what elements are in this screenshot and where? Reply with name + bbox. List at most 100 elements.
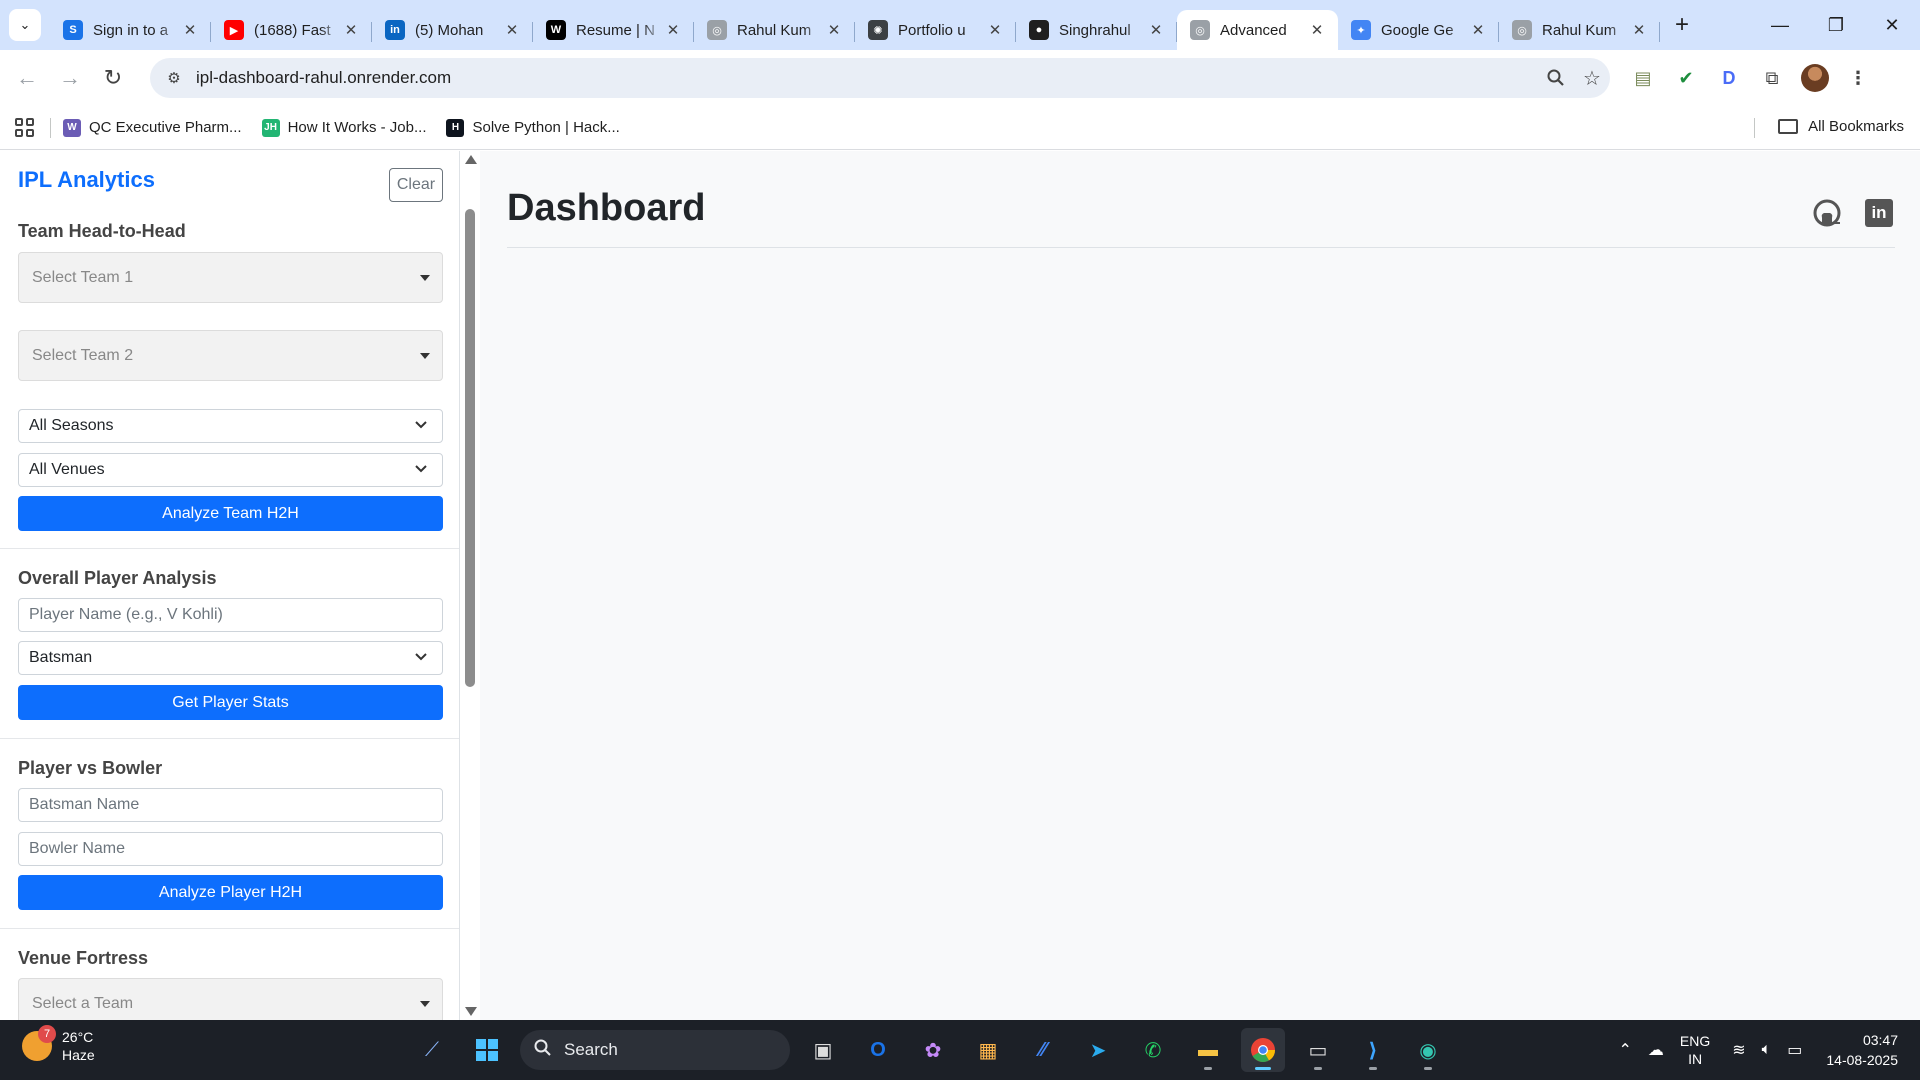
- site-info-icon[interactable]: ⚙: [160, 64, 188, 92]
- browser-tab[interactable]: S Sign in to a ✕: [50, 10, 211, 50]
- clock[interactable]: 03:47 14-08-2025: [1826, 1030, 1898, 1070]
- menu-icon[interactable]: ⋮: [1840, 60, 1876, 96]
- tab-close-icon[interactable]: ✕: [503, 21, 521, 39]
- tab-close-icon[interactable]: ✕: [664, 21, 682, 39]
- browser-tab[interactable]: W Resume | N ✕: [533, 10, 694, 50]
- all-bookmarks-button[interactable]: All Bookmarks: [1778, 118, 1904, 135]
- browser-tab[interactable]: ◎ Rahul Kum ✕: [1499, 10, 1660, 50]
- lang-line2: IN: [1688, 1051, 1703, 1067]
- edge-icon[interactable]: ◉: [1406, 1028, 1450, 1072]
- close-window-button[interactable]: ✕: [1864, 0, 1920, 50]
- task-view-icon[interactable]: ▣: [801, 1028, 845, 1072]
- tab-close-icon[interactable]: ✕: [1469, 21, 1487, 39]
- browser-tab[interactable]: ✦ Google Ge ✕: [1338, 10, 1499, 50]
- windows-start-icon[interactable]: [465, 1028, 509, 1072]
- bookmark-item[interactable]: JH How It Works - Job...: [261, 118, 426, 137]
- chrome-icon[interactable]: [1241, 1028, 1285, 1072]
- browser-tab[interactable]: in (5) Mohan ✕: [372, 10, 533, 50]
- taskbar-search[interactable]: Search: [520, 1030, 790, 1070]
- bookmark-item[interactable]: H Solve Python | Hack...: [446, 118, 620, 137]
- copilot-icon[interactable]: ⟋: [410, 1028, 454, 1072]
- onedrive-icon[interactable]: ☁: [1648, 1040, 1664, 1060]
- scrollbar-thumb[interactable]: [465, 209, 475, 687]
- team2-placeholder: Select Team 2: [32, 346, 134, 364]
- brand-title[interactable]: IPL Analytics: [18, 167, 155, 193]
- outlook-icon[interactable]: O: [856, 1028, 900, 1072]
- battery-icon[interactable]: ▭: [1787, 1040, 1802, 1060]
- github-icon[interactable]: [1811, 197, 1843, 229]
- address-bar[interactable]: ⚙ ipl-dashboard-rahul.onrender.com ☆: [150, 58, 1610, 98]
- bookmark-item[interactable]: W QC Executive Pharm...: [63, 118, 242, 137]
- browser-tab[interactable]: ● Singhrahul ✕: [1016, 10, 1177, 50]
- tab-favicon-icon: W: [546, 20, 566, 40]
- store-icon[interactable]: ▦: [966, 1028, 1010, 1072]
- restore-button[interactable]: ❐: [1808, 0, 1864, 50]
- system-tray: ⌃ ☁ ENG IN ≋ 🔈︎ ▭ 03:47 14-08-2025: [1618, 1028, 1898, 1072]
- cast-icon[interactable]: ▤: [1625, 60, 1661, 96]
- tab-close-icon[interactable]: ✕: [342, 21, 360, 39]
- venue-team-select[interactable]: Select a Team: [18, 978, 443, 1020]
- browser-tab[interactable]: ◎ Advanced ✕: [1177, 10, 1338, 50]
- tab-close-icon[interactable]: ✕: [1147, 21, 1165, 39]
- tab-title: Advanced: [1220, 21, 1287, 39]
- file-explorer-icon[interactable]: ▬: [1186, 1028, 1230, 1072]
- analyze-player-h2h-button[interactable]: Analyze Player H2H: [18, 875, 443, 910]
- extension-d-icon[interactable]: D: [1711, 60, 1747, 96]
- forward-button[interactable]: →: [52, 60, 88, 96]
- app-blue-icon[interactable]: ⁄⁄: [1021, 1028, 1065, 1072]
- get-player-stats-button[interactable]: Get Player Stats: [18, 685, 443, 720]
- vscode-icon[interactable]: ⟩: [1351, 1028, 1395, 1072]
- browser-tab[interactable]: ◎ Rahul Kum ✕: [694, 10, 855, 50]
- tab-favicon-icon: ●: [1029, 20, 1049, 40]
- venue-select[interactable]: All Venues: [18, 453, 443, 487]
- browser-tab[interactable]: ▶ (1688) Fast ✕: [211, 10, 372, 50]
- team-h2h-title: Team Head-to-Head: [18, 221, 186, 241]
- scroll-down-arrow-icon[interactable]: [465, 1007, 477, 1016]
- sidebar-scrollbar[interactable]: [460, 151, 480, 1020]
- volume-icon[interactable]: 🔈︎: [1762, 1041, 1772, 1059]
- player-name-input[interactable]: Player Name (e.g., V Kohli): [18, 598, 443, 632]
- season-select[interactable]: All Seasons: [18, 409, 443, 443]
- bookmark-star-icon[interactable]: ☆: [1574, 60, 1610, 96]
- tab-search-button[interactable]: ⌄: [9, 9, 41, 41]
- team1-select[interactable]: Select Team 1: [18, 252, 443, 303]
- telegram-icon[interactable]: ➤: [1076, 1028, 1120, 1072]
- batsman-name-input[interactable]: Batsman Name: [18, 788, 443, 822]
- minimize-button[interactable]: —: [1752, 0, 1808, 50]
- new-tab-button[interactable]: +: [1666, 9, 1698, 41]
- copilot-app-icon[interactable]: ✿: [911, 1028, 955, 1072]
- tab-close-icon[interactable]: ✕: [181, 21, 199, 39]
- linkedin-icon[interactable]: in: [1863, 197, 1895, 229]
- section-divider: [0, 548, 459, 549]
- browser-tab[interactable]: ✺ Portfolio u ✕: [855, 10, 1016, 50]
- weather-desc: Haze: [62, 1047, 95, 1063]
- language-indicator[interactable]: ENG IN: [1680, 1032, 1710, 1068]
- wifi-icon[interactable]: ≋: [1732, 1040, 1745, 1060]
- tab-close-icon[interactable]: ✕: [986, 21, 1004, 39]
- url-text[interactable]: ipl-dashboard-rahul.onrender.com: [196, 68, 1538, 88]
- puzzle-icon[interactable]: ⧉: [1754, 60, 1790, 96]
- analyze-team-h2h-button[interactable]: Analyze Team H2H: [18, 496, 443, 531]
- tab-close-icon[interactable]: ✕: [825, 21, 843, 39]
- whatsapp-icon[interactable]: ✆: [1131, 1028, 1175, 1072]
- zoom-icon[interactable]: [1538, 60, 1574, 96]
- player-role-select[interactable]: Batsman: [18, 641, 443, 675]
- bowler-name-placeholder: Bowler Name: [29, 840, 126, 857]
- tab-favicon-icon: ◎: [1190, 20, 1210, 40]
- tab-close-icon[interactable]: ✕: [1308, 21, 1326, 39]
- terminal-icon[interactable]: ▭: [1296, 1028, 1340, 1072]
- apps-grid-icon[interactable]: [12, 116, 36, 140]
- clear-button[interactable]: Clear: [389, 168, 443, 202]
- bowler-name-input[interactable]: Bowler Name: [18, 832, 443, 866]
- avatar[interactable]: [1797, 60, 1833, 96]
- weather-widget[interactable]: 7 26°C Haze: [22, 1025, 95, 1064]
- chevron-up-icon[interactable]: ⌃: [1618, 1040, 1631, 1060]
- extension-green-icon[interactable]: ✔: [1668, 60, 1704, 96]
- scroll-up-arrow-icon[interactable]: [465, 155, 477, 164]
- reload-button[interactable]: ↻: [95, 60, 131, 96]
- page-content: IPL Analytics Clear Team Head-to-Head Se…: [0, 151, 1920, 1020]
- team2-select[interactable]: Select Team 2: [18, 330, 443, 381]
- tab-close-icon[interactable]: ✕: [1630, 21, 1648, 39]
- back-button[interactable]: ←: [9, 60, 45, 96]
- notification-badge: 7: [38, 1025, 56, 1043]
